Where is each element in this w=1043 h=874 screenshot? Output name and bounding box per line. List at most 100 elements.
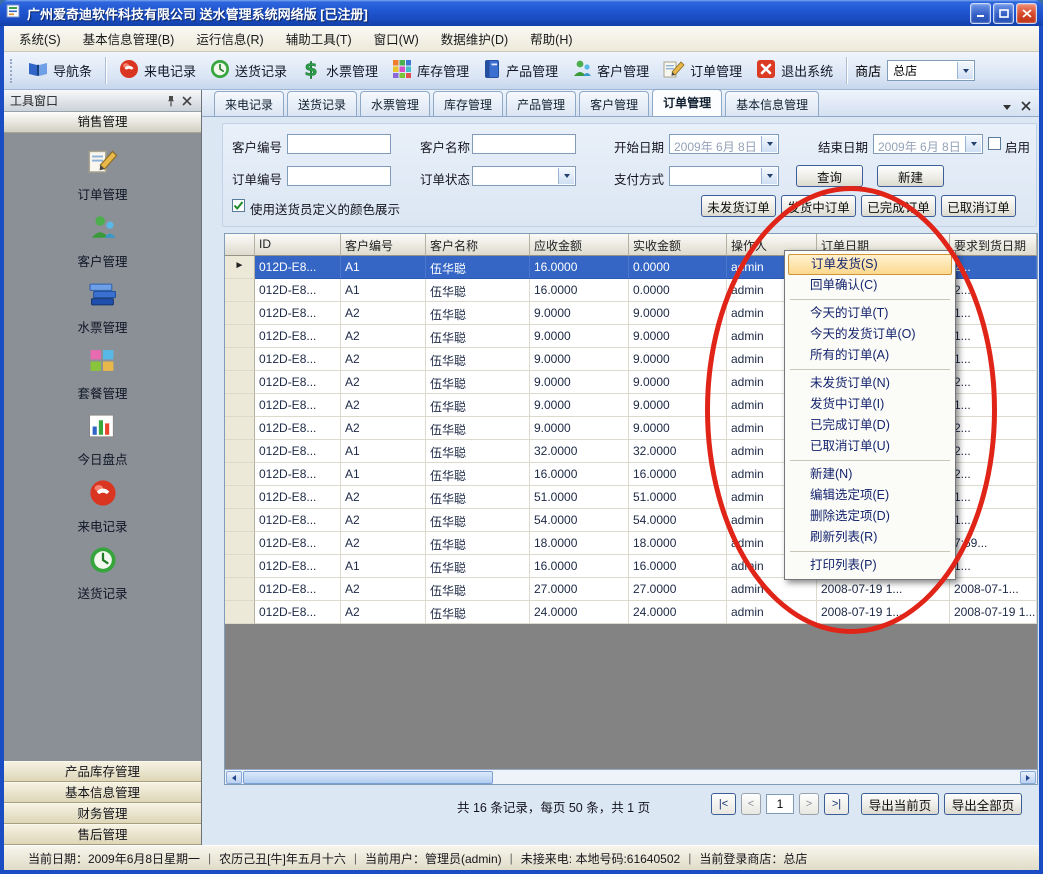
toolbar-inventory-button[interactable]: 库存管理 [385,56,476,85]
tab[interactable]: 送货记录 [287,91,357,116]
toolbar-water-ticket-button[interactable]: $ 水票管理 [294,56,385,85]
column-header[interactable]: 客户编号 [341,234,426,256]
page-number-input[interactable] [766,794,794,814]
context-menu-item[interactable]: 订单发货(S) [788,254,952,275]
context-menu-item[interactable]: 已取消订单(U) [788,436,952,457]
order-status-filter-button[interactable]: 已完成订单 [861,195,936,217]
next-page-button[interactable]: > [799,793,819,815]
tab[interactable]: 来电记录 [214,91,284,116]
sidebar-group-bar[interactable]: 基本信息管理 [4,782,201,803]
chevron-down-icon[interactable] [761,136,777,152]
first-page-button[interactable]: |< [711,793,736,815]
toolbar-customer-button[interactable]: 客户管理 [565,56,656,85]
scrollbar-thumb[interactable] [243,771,493,784]
context-menu-item[interactable]: 发货中订单(I) [788,394,952,415]
sidebar-item-customer[interactable]: 客户管理 [38,214,168,270]
shop-select[interactable]: 总店 [887,60,975,81]
toolbar-delivery-records-button[interactable]: 送货记录 [203,56,294,85]
context-menu-item[interactable]: 编辑选定项(E) [788,485,952,506]
column-header[interactable]: 应收金额 [530,234,629,256]
start-date-picker[interactable]: 2009年 6月 8日 [669,134,779,154]
context-menu-item[interactable]: 打印列表(P) [788,555,952,576]
column-header[interactable]: 客户名称 [426,234,530,256]
sidebar-group-bar[interactable]: 财务管理 [4,803,201,824]
context-menu-item[interactable]: 今天的发货订单(O) [788,324,952,345]
close-icon[interactable] [179,93,195,109]
horizontal-scrollbar[interactable] [225,769,1037,784]
menu-item[interactable]: 窗口(W) [363,26,430,52]
column-header[interactable]: ID [255,234,341,256]
chevron-down-icon[interactable] [957,62,973,79]
toolbar-navigator-button[interactable]: 导航条 [21,57,99,84]
scroll-left-icon[interactable] [226,771,242,784]
prev-page-button[interactable]: < [741,793,761,815]
context-menu-item[interactable]: 今天的订单(T) [788,303,952,324]
customer-code-input[interactable] [287,134,391,154]
scroll-right-icon[interactable] [1020,771,1036,784]
table-row[interactable]: 012D-E8... A2 伍华聪 27.0000 27.0000 admin … [225,578,1037,601]
new-button[interactable]: 新建 [877,165,944,187]
menu-item[interactable]: 数据维护(D) [430,26,519,52]
query-button[interactable]: 查询 [796,165,863,187]
context-menu-item[interactable]: 所有的订单(A) [788,345,952,366]
column-header[interactable]: 要求到货日期 [950,234,1037,256]
minimize-button[interactable] [970,3,991,24]
chevron-down-icon[interactable] [965,136,981,152]
order-status-filter-button[interactable]: 发货中订单 [781,195,856,217]
order-status-filter-button[interactable]: 未发货订单 [701,195,776,217]
tab[interactable]: 水票管理 [360,91,430,116]
context-menu-item[interactable]: 未发货订单(N) [788,373,952,394]
toolbar-call-records-button[interactable]: 来电记录 [112,56,203,85]
customer-name-input[interactable] [472,134,576,154]
toolbar-exit-button[interactable]: 退出系统 [749,56,840,85]
menu-item[interactable]: 运行信息(R) [185,26,274,52]
order-status-select[interactable] [472,166,576,186]
sidebar-item-call-records[interactable]: 来电记录 [38,479,168,535]
tab[interactable]: 客户管理 [579,91,649,116]
context-menu-item[interactable]: 刷新列表(R) [788,527,952,548]
tab[interactable]: 产品管理 [506,91,576,116]
maximize-button[interactable] [993,3,1014,24]
export-all-pages-button[interactable]: 导出全部页 [944,793,1022,815]
order-status-filter-button[interactable]: 已取消订单 [941,195,1016,217]
chevron-down-icon[interactable] [558,168,574,184]
pin-icon[interactable] [163,93,179,109]
menu-item[interactable]: 系统(S) [8,26,72,52]
chevron-down-icon[interactable] [761,168,777,184]
tab-list-chevron-down-icon[interactable] [1003,105,1011,110]
column-header[interactable]: 实收金额 [629,234,727,256]
export-current-page-button[interactable]: 导出当前页 [861,793,939,815]
enable-date-checkbox[interactable] [988,137,1001,150]
sidebar-group-bar[interactable]: 产品库存管理 [4,761,201,782]
context-menu-item[interactable]: 回单确认(C) [788,275,952,296]
color-display-checkbox[interactable] [232,199,245,212]
title-bar[interactable]: 广州爱奇迪软件科技有限公司 送水管理系统网络版 [已注册] [0,0,1043,26]
column-header[interactable] [225,234,255,256]
toolbar-order-button[interactable]: 订单管理 [656,56,749,85]
order-code-input[interactable] [287,166,391,186]
tab[interactable]: 库存管理 [433,91,503,116]
menu-item[interactable]: 基本信息管理(B) [72,26,186,52]
tab[interactable]: 基本信息管理 [725,91,819,116]
sidebar-item-order[interactable]: 订单管理 [38,147,168,203]
sidebar-group-bar[interactable]: 售后管理 [4,824,201,845]
pay-method-select[interactable] [669,166,779,186]
close-button[interactable] [1016,3,1037,24]
end-date-picker[interactable]: 2009年 6月 8日 [873,134,983,154]
table-row[interactable]: 012D-E8... A2 伍华聪 24.0000 24.0000 admin … [225,601,1037,624]
tab-close-icon[interactable] [1021,98,1031,116]
menu-item[interactable]: 辅助工具(T) [275,26,363,52]
tab[interactable]: 订单管理 [652,89,722,116]
context-menu-item[interactable]: 删除选定项(D) [788,506,952,527]
sidebar-item-package[interactable]: 套餐管理 [38,347,168,402]
toolbar-grip[interactable] [10,59,14,83]
sidebar-item-delivery-records[interactable]: 送货记录 [38,546,168,602]
menu-item[interactable]: 帮助(H) [519,26,583,52]
context-menu-item[interactable]: 新建(N) [788,464,952,485]
last-page-button[interactable]: >| [824,793,849,815]
cell-customer-name: 伍华聪 [426,578,530,601]
toolbar-product-button[interactable]: 产品管理 [476,56,565,85]
sidebar-item-daily-check[interactable]: 今日盘点 [38,413,168,468]
sidebar-item-water-ticket[interactable]: 水票管理 [38,281,168,336]
context-menu-item[interactable]: 已完成订单(D) [788,415,952,436]
